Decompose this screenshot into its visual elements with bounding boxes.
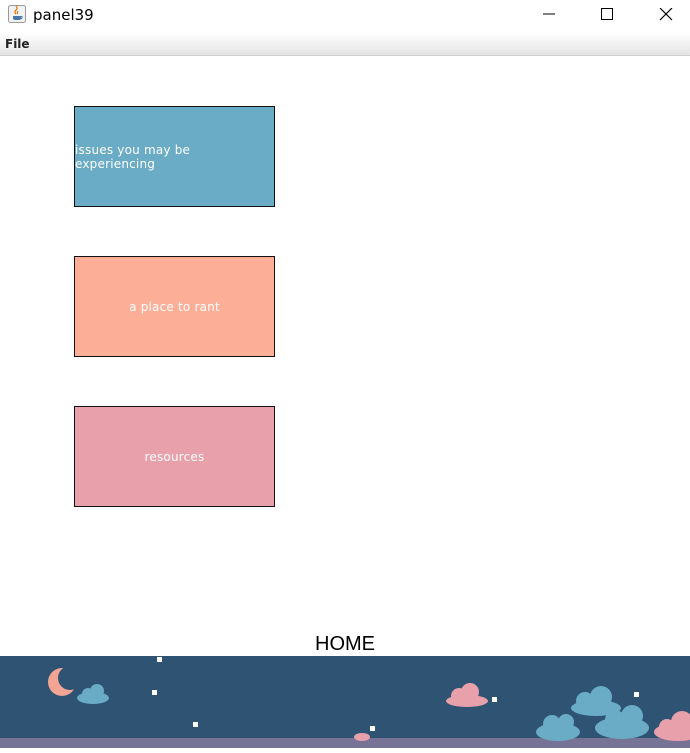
- menu-file[interactable]: File: [5, 37, 30, 51]
- window-titlebar[interactable]: panel39: [0, 0, 690, 30]
- resources-button-label: resources: [144, 449, 205, 464]
- issues-button-label: issues you may be experiencing: [75, 142, 191, 171]
- minimize-button[interactable]: [526, 0, 572, 30]
- star-icon: [152, 690, 157, 695]
- home-label: HOME: [315, 633, 375, 655]
- star-icon: [634, 692, 639, 697]
- close-button[interactable]: [643, 0, 689, 30]
- resources-button[interactable]: resources: [74, 406, 275, 507]
- cloud-icon: [354, 733, 370, 741]
- close-icon: [659, 8, 673, 21]
- menu-bar: File: [0, 33, 690, 56]
- star-icon: [492, 697, 497, 702]
- star-icon: [193, 722, 198, 727]
- star-icon: [157, 657, 162, 662]
- java-app-icon: [8, 5, 26, 23]
- maximize-button[interactable]: [584, 0, 630, 30]
- window-title: panel39: [33, 6, 94, 24]
- minimize-icon: [543, 13, 555, 15]
- night-sky-footer: [0, 656, 690, 748]
- star-icon: [370, 726, 375, 731]
- issues-button[interactable]: issues you may be experiencing: [74, 106, 275, 207]
- maximize-icon: [601, 8, 613, 20]
- ground-strip: [0, 738, 690, 748]
- rant-button[interactable]: a place to rant: [74, 256, 275, 357]
- rant-button-label: a place to rant: [129, 299, 220, 314]
